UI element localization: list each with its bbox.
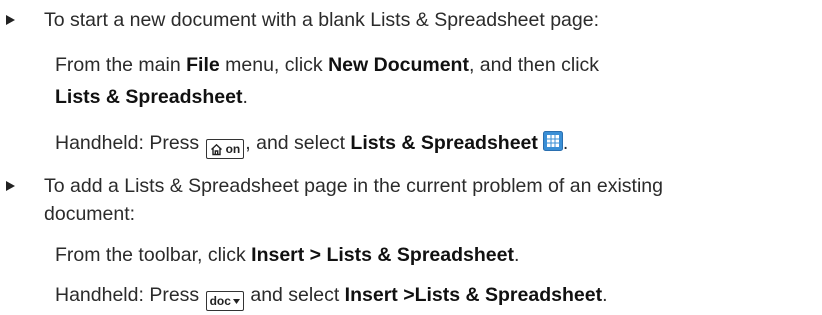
home-icon	[210, 143, 223, 161]
file-menu-label: File	[186, 54, 220, 76]
bullet1-handheld: Handheld: Press on , and select Lists & S…	[55, 131, 568, 159]
lists-spreadsheet-label: Lists & Spreadsheet	[350, 132, 538, 154]
lists-spreadsheet-label: Lists & Spreadsheet	[55, 86, 243, 108]
bullet1-step-line2: Lists & Spreadsheet.	[55, 85, 248, 109]
text: .	[513, 244, 520, 266]
bullet1-step-line1: From the main File menu, click New Docum…	[55, 53, 599, 77]
key-label: on	[225, 142, 241, 156]
text: Handheld: Press	[55, 284, 205, 306]
home-on-key: on	[205, 139, 245, 161]
text: From the main	[55, 54, 187, 76]
insert-lists-spreadsheet-label: Insert > Lists & Spreadsheet	[251, 244, 514, 266]
text: Handheld: Press	[55, 132, 205, 154]
text: , and select	[245, 132, 351, 154]
key-label: doc	[209, 294, 231, 308]
bullet2-intro-line2: document:	[44, 203, 136, 225]
doc-key: doc	[205, 291, 244, 311]
text: .	[242, 86, 248, 108]
insert-lists-spreadsheet-label: Insert >Lists & Spreadsheet	[344, 284, 603, 306]
new-document-label: New Document	[328, 54, 469, 76]
bullet-marker	[4, 14, 16, 26]
instruction-page: To start a new document with a blank Lis…	[0, 0, 822, 315]
bullet-marker	[4, 180, 16, 192]
text: .	[602, 284, 608, 306]
text: menu, click	[219, 54, 329, 76]
lists-spreadsheet-icon	[542, 131, 563, 157]
bullet2-intro-line1: To add a Lists & Spreadsheet page in the…	[44, 175, 663, 197]
bullet2-handheld: Handheld: Press doc and select Insert >L…	[55, 283, 607, 311]
text: From the toolbar, click	[55, 244, 252, 266]
text: and select	[244, 284, 345, 306]
bullet1-intro: To start a new document with a blank Lis…	[44, 9, 599, 31]
text: , and then click	[468, 54, 600, 76]
bullet2-step: From the toolbar, click Insert > Lists &…	[55, 243, 519, 267]
dropdown-arrow-icon	[232, 292, 240, 310]
text: .	[562, 132, 569, 154]
